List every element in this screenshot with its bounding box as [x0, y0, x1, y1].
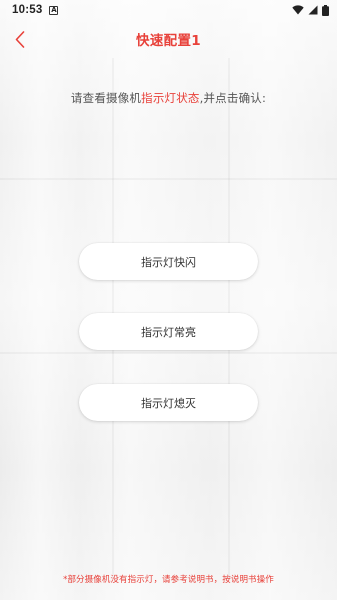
top-bar: 快速配置1: [0, 20, 337, 58]
instruction-text: 请查看摄像机指示灯状态,并点击确认:: [0, 90, 337, 106]
option-off-button[interactable]: 指示灯熄灭: [79, 384, 258, 421]
page-title: 快速配置1: [136, 33, 201, 49]
signal-icon: [308, 5, 318, 15]
background-window-frame: [0, 178, 337, 180]
wifi-icon: [292, 5, 304, 15]
status-time: 10:53: [12, 4, 43, 16]
instruction-prefix: 请查看摄像机: [70, 91, 142, 105]
instruction-suffix: ,并点击确认:: [199, 91, 267, 105]
status-icons: [292, 4, 329, 16]
background-window-frame: [0, 352, 337, 354]
footer-note: *部分摄像机没有指示灯，请参考说明书，按说明书操作: [63, 575, 274, 585]
instruction-highlight: 指示灯状态: [141, 91, 200, 105]
status-bar: 10:53 A: [0, 0, 337, 20]
option-fast-blink-button[interactable]: 指示灯快闪: [79, 243, 258, 280]
option-steady-on-button[interactable]: 指示灯常亮: [79, 313, 258, 350]
battery-icon: [322, 4, 329, 16]
notification-icon: A: [49, 5, 59, 15]
